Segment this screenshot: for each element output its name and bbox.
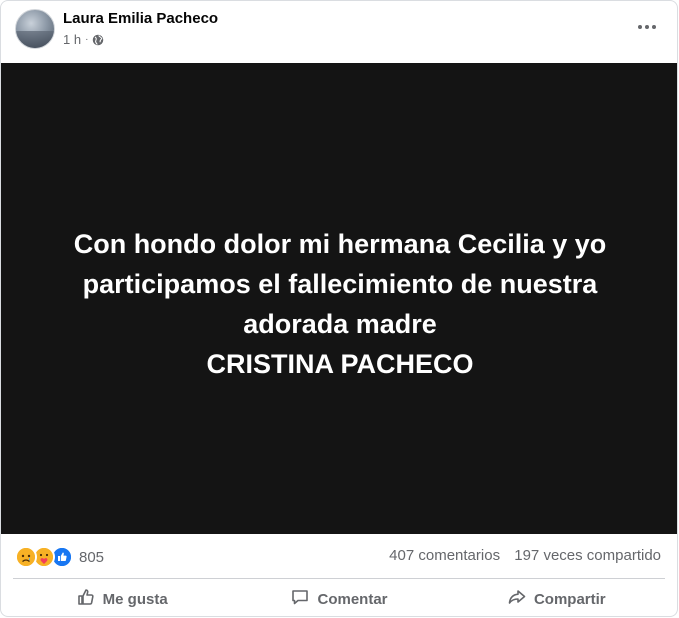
reactions-count[interactable]: 805 xyxy=(79,549,104,566)
post-image[interactable]: Con hondo dolor mi hermana Cecilia y yo … xyxy=(1,63,677,534)
post-actions: Me gusta Comentar Compartir xyxy=(13,578,665,616)
avatar[interactable] xyxy=(15,9,55,49)
meta-separator: · xyxy=(85,34,89,45)
shares-count[interactable]: 197 veces compartido xyxy=(514,547,661,564)
share-icon xyxy=(507,587,534,611)
like-button[interactable]: Me gusta xyxy=(13,579,230,616)
post-time[interactable]: 1 h xyxy=(63,32,81,47)
image-text-line: CRISTINA PACHECO xyxy=(206,348,474,379)
post-card: Laura Emilia Pacheco 1 h · Con hondo dol… xyxy=(0,0,678,617)
post-stats: 805 407 comentarios 197 veces compartido xyxy=(1,534,677,578)
image-text-line: participamos el fallecimiento de nuestra xyxy=(82,268,598,299)
like-label: Me gusta xyxy=(102,590,168,608)
engagement-counts: 407 comentarios 197 veces compartido xyxy=(379,547,661,564)
comments-count[interactable]: 407 comentarios xyxy=(389,547,500,564)
post-header: Laura Emilia Pacheco 1 h · xyxy=(1,1,677,63)
author-name[interactable]: Laura Emilia Pacheco xyxy=(63,10,218,27)
share-label: Compartir xyxy=(533,590,606,608)
thumbs-up-icon xyxy=(76,587,103,611)
sad-reaction-icon xyxy=(15,546,37,568)
comment-label: Comentar xyxy=(317,590,388,608)
globe-icon[interactable] xyxy=(92,34,104,46)
post-meta: 1 h · xyxy=(63,32,104,47)
post-image-text: Con hondo dolor mi hermana Cecilia y yo … xyxy=(74,224,607,384)
image-text-line: adorada madre xyxy=(243,308,437,339)
comment-button[interactable]: Comentar xyxy=(230,579,447,616)
more-options-icon[interactable] xyxy=(635,15,659,39)
comment-icon xyxy=(290,587,317,611)
share-button[interactable]: Compartir xyxy=(448,579,665,616)
reactions-summary[interactable]: 805 xyxy=(15,546,104,568)
image-text-line: Con hondo dolor mi hermana Cecilia y yo xyxy=(73,228,607,259)
